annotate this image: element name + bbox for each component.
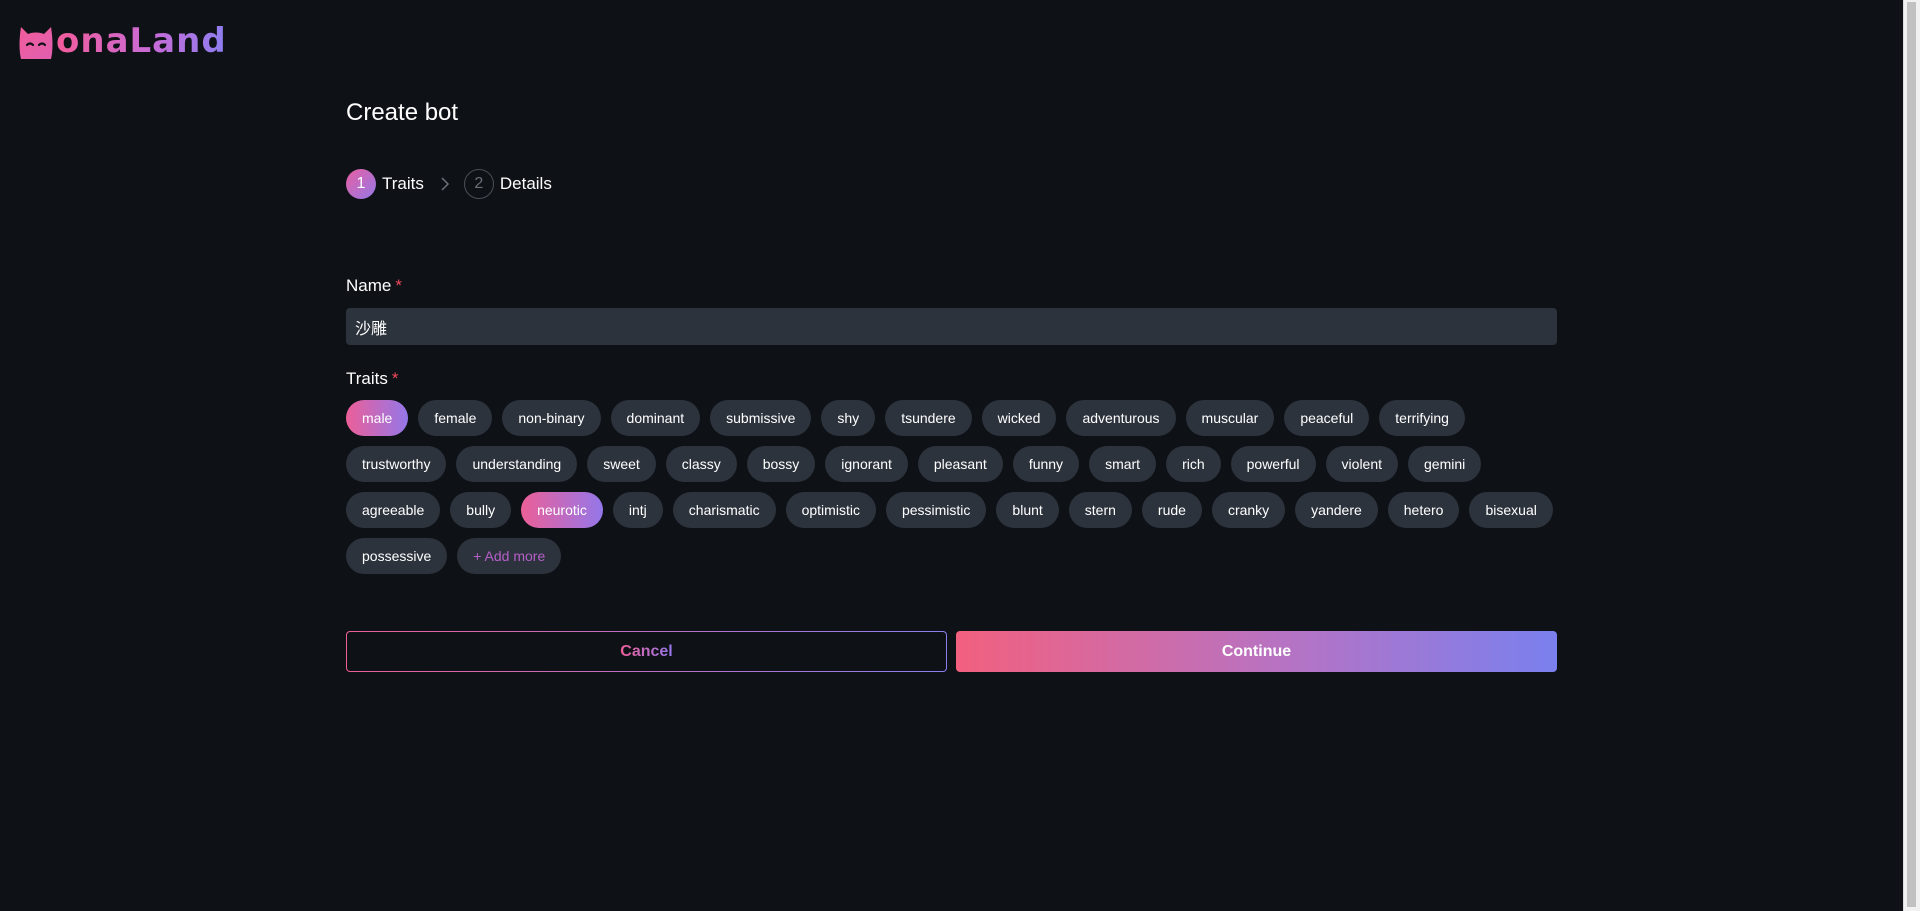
step-label: Details: [499, 174, 552, 193]
traits-label: Traits *: [346, 369, 1557, 389]
name-label: Name *: [346, 276, 1557, 296]
trait-chip[interactable]: intj: [612, 492, 663, 528]
add-more-button[interactable]: + Add more: [457, 538, 562, 574]
create-bot-form: Create bot 1 Traits 2 Details Name * Tra…: [346, 96, 1557, 672]
trait-chip[interactable]: blunt: [996, 492, 1059, 528]
trait-chip[interactable]: shy: [821, 400, 876, 436]
continue-button[interactable]: Continue: [956, 631, 1557, 672]
form-actions: Cancel Continue: [346, 631, 1557, 672]
trait-chip[interactable]: bossy: [746, 446, 816, 482]
trait-chip[interactable]: ignorant: [825, 446, 908, 482]
trait-chip[interactable]: classy: [665, 446, 737, 482]
trait-chip[interactable]: adventurous: [1066, 400, 1176, 436]
trait-chip[interactable]: optimistic: [785, 492, 876, 528]
trait-chip[interactable]: violent: [1325, 446, 1399, 482]
trait-chip[interactable]: muscular: [1185, 400, 1275, 436]
cancel-button[interactable]: Cancel: [346, 631, 947, 672]
trait-chip[interactable]: yandere: [1295, 492, 1378, 528]
trait-chip[interactable]: pessimistic: [885, 492, 987, 528]
chevron-right-icon: [440, 177, 450, 191]
trait-chip-list: male female non-binary dominant submissive sh…: [346, 400, 1557, 574]
trait-chip[interactable]: neurotic: [521, 492, 603, 528]
app-logo[interactable]: onaLand: [18, 18, 227, 64]
trait-chip[interactable]: peaceful: [1284, 400, 1370, 436]
trait-chip[interactable]: hetero: [1387, 492, 1460, 528]
trait-chip[interactable]: stern: [1068, 492, 1132, 528]
trait-chip[interactable]: rude: [1141, 492, 1202, 528]
trait-chip[interactable]: rich: [1166, 446, 1221, 482]
trait-chip[interactable]: sweet: [587, 446, 656, 482]
trait-chip[interactable]: bully: [450, 492, 512, 528]
trait-chip[interactable]: charismatic: [672, 492, 776, 528]
logo-text: onaLand: [56, 18, 227, 64]
required-mark: *: [395, 276, 402, 295]
step-traits[interactable]: 1 Traits: [346, 169, 424, 199]
step-label: Traits: [382, 174, 424, 193]
trait-chip[interactable]: agreeable: [346, 492, 441, 528]
trait-chip[interactable]: possessive: [346, 538, 448, 574]
step-number: 2: [463, 169, 494, 199]
trait-chip[interactable]: smart: [1089, 446, 1157, 482]
trait-chip[interactable]: dominant: [610, 400, 701, 436]
stepper: 1 Traits 2 Details: [346, 168, 1557, 200]
name-input[interactable]: [346, 308, 1557, 345]
scrollbar-thumb[interactable]: [1907, 2, 1916, 907]
trait-chip[interactable]: submissive: [710, 400, 812, 436]
trait-chip[interactable]: male: [346, 400, 409, 436]
trait-chip[interactable]: pleasant: [917, 446, 1003, 482]
vertical-scrollbar[interactable]: [1903, 0, 1920, 911]
trait-chip[interactable]: trustworthy: [346, 446, 447, 482]
trait-chip[interactable]: wicked: [981, 400, 1057, 436]
trait-chip[interactable]: non-binary: [502, 400, 601, 436]
trait-chip[interactable]: female: [418, 400, 493, 436]
name-label-text: Name: [346, 276, 392, 295]
cancel-button-label: Cancel: [620, 642, 673, 660]
trait-chip[interactable]: gemini: [1408, 446, 1482, 482]
trait-chip[interactable]: terrifying: [1379, 400, 1465, 436]
trait-chip[interactable]: funny: [1012, 446, 1080, 482]
trait-chip[interactable]: cranky: [1211, 492, 1286, 528]
page-title: Create bot: [346, 99, 459, 126]
page: onaLand Create bot 1 Traits 2 Details Na…: [0, 0, 1920, 911]
traits-label-text: Traits: [346, 369, 388, 388]
trait-chip[interactable]: tsundere: [885, 400, 972, 436]
required-mark: *: [391, 369, 399, 388]
trait-chip[interactable]: understanding: [456, 446, 578, 482]
trait-chip[interactable]: bisexual: [1469, 492, 1553, 528]
trait-chip[interactable]: powerful: [1230, 446, 1316, 482]
step-number: 1: [346, 169, 376, 199]
step-details[interactable]: 2 Details: [463, 169, 552, 199]
cat-face-icon: [19, 27, 53, 59]
